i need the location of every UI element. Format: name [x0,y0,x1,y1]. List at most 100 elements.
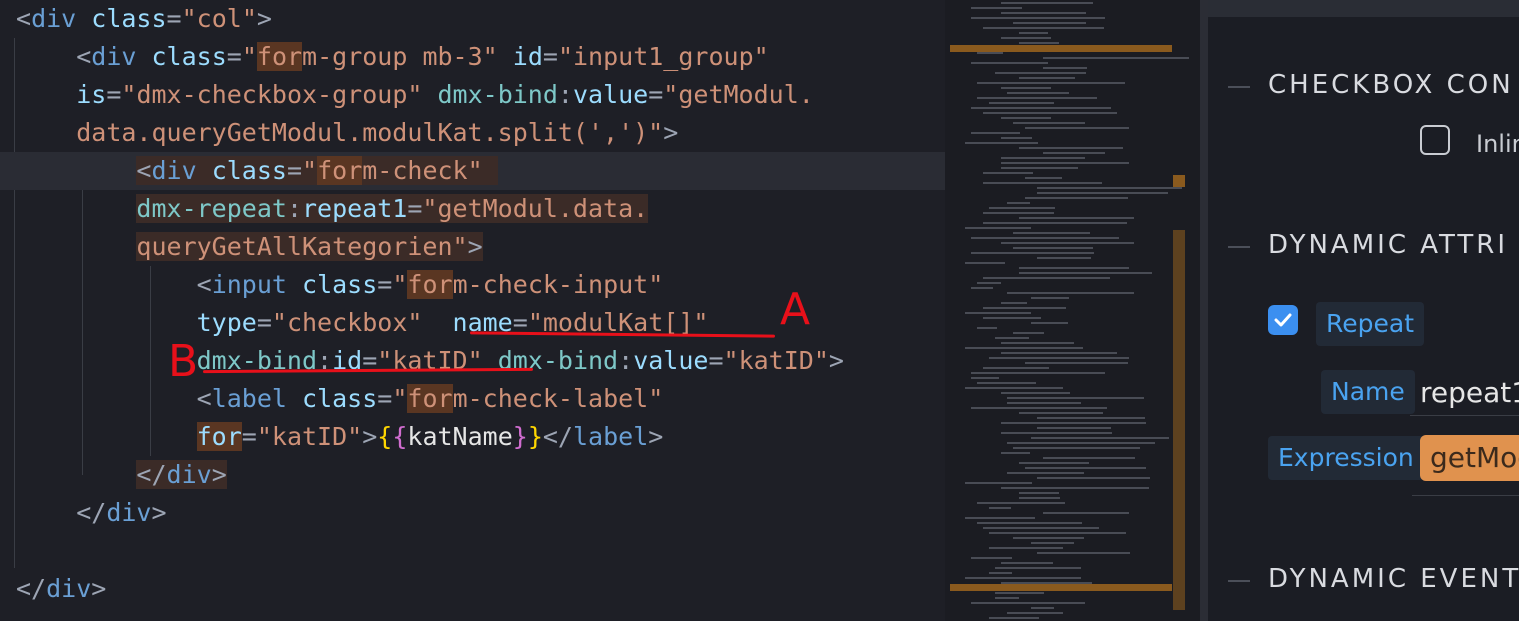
minimap-line [1007,92,1069,94]
section-title-dynamic-events[interactable]: DYNAMIC EVENT [1268,564,1519,594]
code-line[interactable]: queryGetAllKategorien"> [0,228,945,266]
code-line[interactable] [0,532,945,570]
code-token: label [572,422,649,451]
repeat-name-input[interactable]: repeat1 [1410,370,1519,416]
code-line[interactable]: is="dmx-checkbox-group" dmx-bind:value="… [0,76,945,114]
inline-checkbox[interactable] [1420,125,1450,155]
code-line[interactable]: </div> [0,494,945,532]
code-token: "katID" [256,422,363,451]
minimap-line [965,577,1081,579]
repeat-expression-input[interactable]: getMod [1420,435,1519,481]
minimap-line [1001,487,1149,489]
expression-field-label: Expression [1268,436,1424,480]
minimap-line [983,527,1099,529]
code-token: dmx-repeat [136,194,287,223]
repeat-checkbox[interactable] [1268,305,1298,335]
code-token: dmx-bind [437,80,558,109]
panel-top-bar [1208,0,1519,17]
code-token: < [196,270,212,299]
code-token: = [256,308,272,337]
code-token: div [106,498,152,527]
minimap-line [983,222,1127,224]
code-line[interactable]: </div> [0,456,945,494]
editor-scrollbar[interactable] [1200,0,1208,621]
minimap[interactable] [945,0,1200,621]
minimap-line [971,62,1048,64]
code-line[interactable]: <div class="col"> [0,0,945,38]
minimap-line [971,372,1105,374]
minimap-line [971,132,1020,134]
code-token: " [302,156,318,185]
minimap-line [1013,447,1140,449]
code-token: value [572,80,649,109]
minimap-line [1019,77,1075,79]
minimap-line [977,52,1003,54]
code-token: for [407,384,453,413]
minimap-line [1037,192,1168,194]
minimap-line [1013,232,1090,234]
minimap-line [989,532,1126,534]
code-token: type [196,308,257,337]
code-token: for [317,156,363,185]
minimap-line [989,617,1039,619]
expression-underline [1412,495,1519,496]
minimap-line [1001,87,1051,89]
code-editor[interactable]: <div class="col"> <div class="form-group… [0,0,945,621]
code-line[interactable]: dmx-bind:id="katID" dmx-bind:value="katI… [0,342,945,380]
minimap-line [1037,427,1111,429]
minimap-line [1001,162,1129,164]
code-token: " [241,42,257,71]
code-line[interactable]: for="katID">{{katName}}</label> [0,418,945,456]
section-title-dynamic-attributes[interactable]: DYNAMIC ATTRI [1268,230,1508,260]
code-line[interactable]: dmx-repeat:repeat1="getModul.data. [0,190,945,228]
minimap-line [1043,457,1135,459]
minimap-line [995,597,1019,599]
code-token: m-check" [362,156,498,185]
code-line[interactable]: <label class="form-check-label" [0,380,945,418]
minimap-line [1019,32,1048,34]
code-token: div [166,460,212,489]
minimap-line [965,312,1031,314]
code-token: data.queryGetModul.modulKat.split(',')" [76,118,664,147]
minimap-line [965,227,1031,229]
minimap-line [1025,197,1128,199]
code-token: input [211,270,287,299]
minimap-line [1001,422,1146,424]
minimap-line [1031,542,1074,544]
code-line[interactable]: </div> [0,570,945,608]
minimap-line [1019,272,1152,274]
code-token: > [91,574,107,603]
code-token: = [286,156,303,185]
code-token: = [542,42,558,71]
minimap-line [1013,247,1093,249]
code-line[interactable]: <div class="form-check" [0,152,945,190]
minimap-line [995,72,1086,74]
minimap-line [983,172,1033,174]
section-title-checkbox-config[interactable]: CHECKBOX CON [1268,70,1514,100]
code-token: > [362,422,378,451]
code-line[interactable]: data.queryGetModul.modulKat.split(',')"> [0,114,945,152]
minimap-line [1001,452,1030,454]
code-line[interactable]: <div class="form-group mb-3" id="input1_… [0,38,945,76]
minimap-line [995,337,1029,339]
code-token: for [407,270,453,299]
minimap-line [971,557,1012,559]
minimap-line [965,517,1035,519]
code-token: </ [136,460,167,489]
minimap-highlight [1173,175,1185,187]
minimap-highlight [950,584,1172,591]
minimap-line [1037,552,1130,554]
code-token: { [377,422,393,451]
minimap-line [977,282,1001,284]
minimap-line [1001,342,1074,344]
code-token: = [166,4,182,33]
repeat-attribute-label[interactable]: Repeat [1316,302,1425,346]
